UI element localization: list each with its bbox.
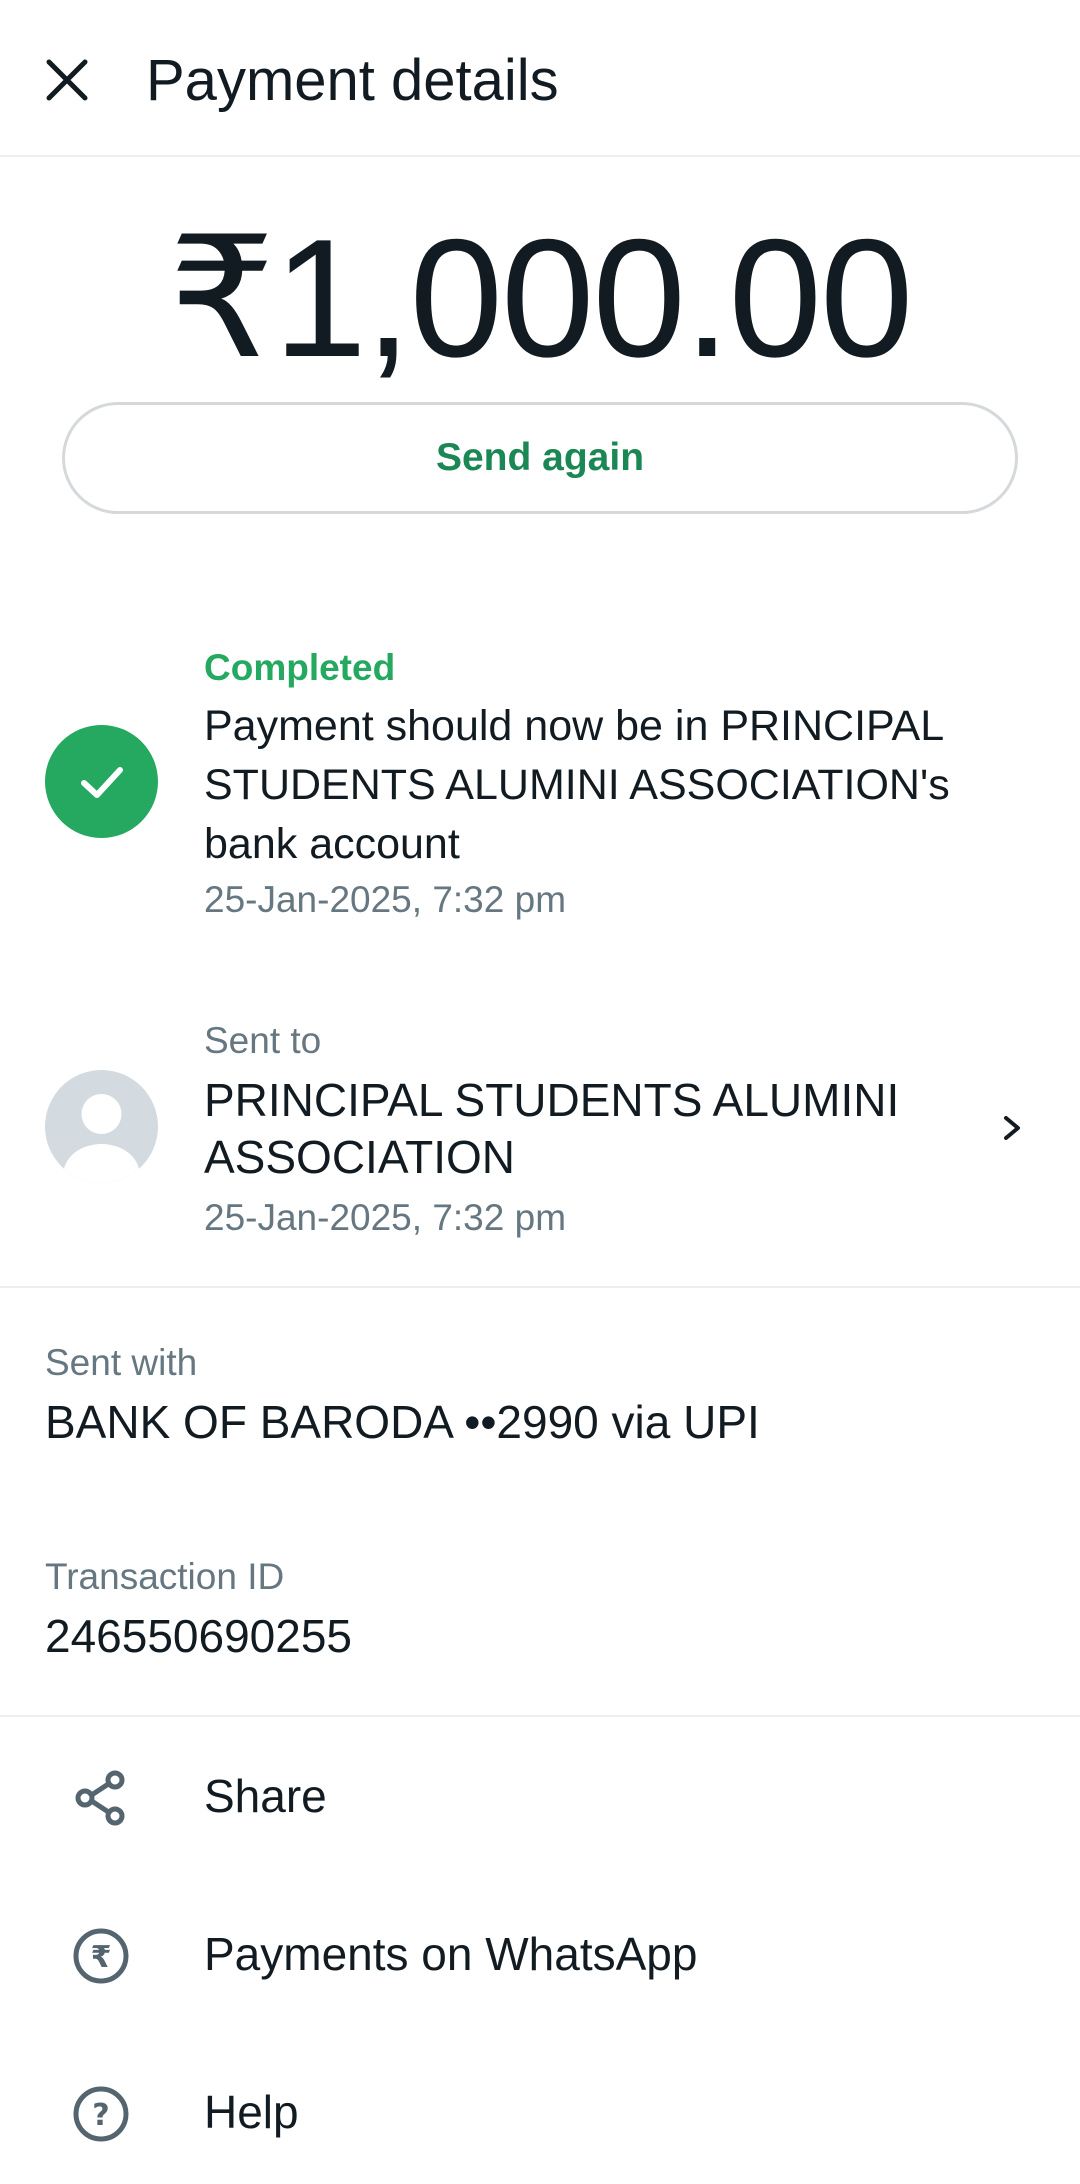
sent-with-label: Sent with	[45, 1342, 198, 1383]
sent-with-value: BANK OF BARODA ••2990 via UPI	[45, 1396, 760, 1448]
transaction-id-value: 246550690255	[45, 1610, 352, 1662]
transaction-id-label: Transaction ID	[45, 1556, 285, 1597]
recipient-row[interactable]: Sent to PRINCIPAL STUDENTS ALUMINI ASSOC…	[0, 1010, 1080, 1250]
recipient-name: PRINCIPAL STUDENTS ALUMINI ASSOCIATION	[204, 1074, 900, 1183]
share-icon	[66, 1763, 136, 1833]
help-icon: ?	[66, 2079, 136, 2149]
share-row[interactable]: Share	[0, 1718, 1080, 1868]
sent-to-label: Sent to	[204, 1020, 322, 1061]
payment-amount: ₹1,000.00	[168, 204, 914, 392]
share-label: Share	[204, 1770, 327, 1822]
status-timestamp: 25-Jan-2025, 7:32 pm	[204, 879, 567, 920]
svg-text:₹: ₹	[91, 1940, 112, 1975]
chevron-right-icon	[1004, 1116, 1020, 1140]
help-label: Help	[204, 2086, 299, 2138]
rupee-circle-icon: ₹	[66, 1921, 136, 1991]
divider	[0, 1286, 1080, 1288]
payments-on-whatsapp-row[interactable]: ₹ Payments on WhatsApp	[0, 1876, 1080, 2026]
app-header: Payment details	[0, 0, 1080, 157]
send-again-button[interactable]: Send again	[62, 402, 1018, 514]
status-label: Completed	[204, 647, 396, 688]
avatar-placeholder-icon	[45, 1070, 158, 1183]
close-icon	[46, 59, 88, 101]
svg-text:?: ?	[92, 2098, 109, 2133]
page-title: Payment details	[146, 48, 559, 113]
payments-on-whatsapp-label: Payments on WhatsApp	[204, 1928, 698, 1980]
recipient-timestamp: 25-Jan-2025, 7:32 pm	[204, 1197, 567, 1238]
divider	[0, 1715, 1080, 1717]
close-button[interactable]	[32, 40, 102, 120]
status-message: Payment should now be in PRINCIPAL STUDE…	[204, 702, 950, 868]
help-row[interactable]: ? Help	[0, 2034, 1080, 2184]
check-circle-icon	[45, 725, 158, 838]
